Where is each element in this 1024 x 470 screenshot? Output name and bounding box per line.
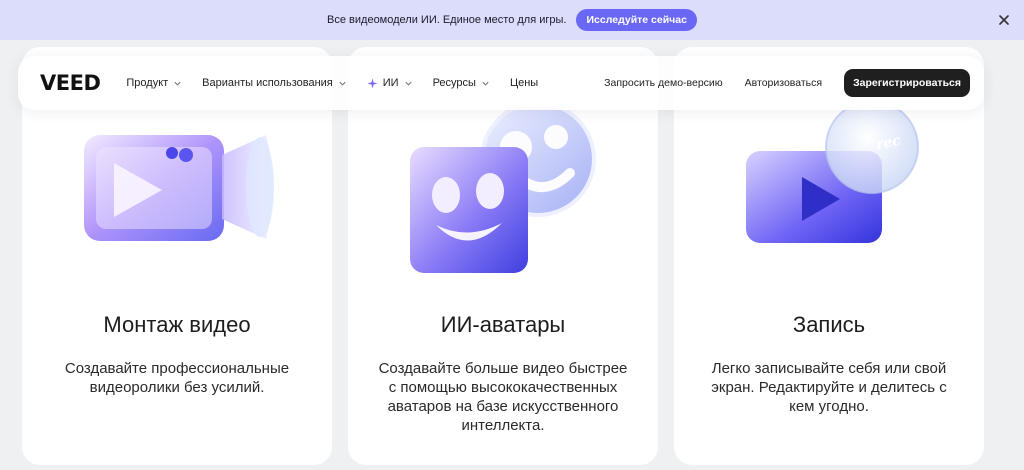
card-description: Легко записывайте себя или свой экран. Р… <box>711 360 947 415</box>
nav-item-label: Цены <box>509 77 539 89</box>
explore-now-button[interactable]: Исследуйте сейчас <box>576 9 697 31</box>
banner-text: Все видеомодели ИИ. Единое место для игр… <box>327 14 567 26</box>
main-navbar: VEED Продукт Варианты использования ИИ Р… <box>18 56 984 110</box>
card-title: Запись <box>792 312 866 337</box>
close-icon[interactable] <box>996 12 1012 28</box>
chevron-down-icon <box>174 81 181 86</box>
nav-item-label: ИИ <box>382 77 399 89</box>
nav-item-label: Ресурсы <box>432 77 476 89</box>
card-title: ИИ-аватары <box>440 312 566 337</box>
announcement-banner: Все видеомодели ИИ. Единое место для игр… <box>0 0 1024 40</box>
nav-item-label: Варианты использования <box>202 77 333 89</box>
chevron-down-icon <box>404 81 412 86</box>
card-description: Создавайте больше видео быстрее с помощь… <box>378 360 628 434</box>
request-demo-link[interactable]: Запросить демо-версию <box>604 77 723 89</box>
nav-item-use-cases[interactable]: Варианты использования <box>202 77 347 89</box>
nav-actions: Запросить демо-версию Авторизоваться Зар… <box>604 69 970 97</box>
signup-button[interactable]: Зарегистрироваться <box>844 69 970 97</box>
avatar-face-icon <box>410 107 596 273</box>
card-description: Создавайте профессиональные видеоролики … <box>64 360 290 396</box>
nav-menu: Продукт Варианты использования ИИ Ресурс… <box>126 77 538 89</box>
login-button[interactable]: Авторизоваться <box>736 71 831 95</box>
sparkle-icon <box>367 77 378 89</box>
nav-item-pricing[interactable]: Цены <box>510 77 538 89</box>
chevron-down-icon <box>482 81 489 86</box>
card-title: Монтаж видео <box>103 312 251 337</box>
nav-item-resources[interactable]: Ресурсы <box>433 77 490 89</box>
video-camera-icon <box>84 135 274 241</box>
record-icon <box>746 107 919 243</box>
nav-item-product[interactable]: Продукт <box>126 77 182 89</box>
nav-item-ai[interactable]: ИИ <box>367 77 413 89</box>
nav-item-label: Продукт <box>126 77 169 89</box>
veed-logo[interactable]: VEED <box>40 71 101 95</box>
chevron-down-icon <box>339 81 346 86</box>
